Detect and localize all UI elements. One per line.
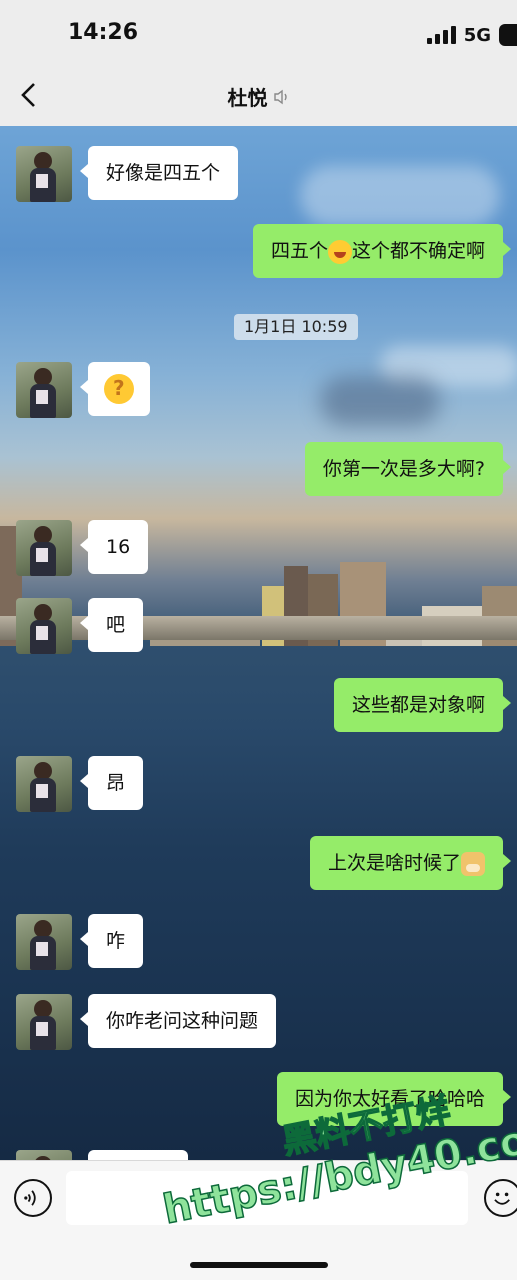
status-icons: 5G bbox=[426, 22, 517, 48]
chat-title-area: 杜悦 bbox=[0, 82, 517, 111]
voice-input-icon[interactable] bbox=[14, 1179, 52, 1217]
contact-avatar[interactable] bbox=[16, 994, 72, 1050]
message-input[interactable] bbox=[66, 1171, 468, 1225]
battery-icon bbox=[499, 24, 517, 46]
home-indicator[interactable] bbox=[190, 1262, 328, 1268]
message-bubble-sent[interactable]: 你第一次是多大啊? bbox=[304, 442, 512, 496]
message-bubble-received[interactable]: 昂 bbox=[79, 756, 144, 810]
message-bubble-received[interactable] bbox=[88, 1150, 188, 1160]
background-cloud bbox=[300, 166, 500, 226]
background-cloud bbox=[320, 376, 440, 426]
message-bubble-received[interactable]: 吧 bbox=[79, 598, 144, 652]
question-emoji bbox=[104, 374, 134, 404]
message-bubble-received[interactable]: 你咋老问这种问题 bbox=[79, 994, 277, 1048]
contact-avatar[interactable] bbox=[16, 362, 72, 418]
message-bubble-sent[interactable]: 四五个 这个都不确定啊 bbox=[252, 224, 512, 278]
message-bubble-received[interactable]: 好像是四五个 bbox=[79, 146, 239, 200]
emoji-icon[interactable] bbox=[484, 1179, 517, 1217]
contact-avatar[interactable] bbox=[16, 756, 72, 812]
chat-title: 杜悦 bbox=[227, 86, 268, 110]
contact-avatar[interactable] bbox=[16, 598, 72, 654]
sound-muted-icon bbox=[273, 89, 287, 104]
background-pier bbox=[0, 616, 517, 640]
laugh-cry-emoji bbox=[327, 239, 352, 264]
contact-avatar[interactable] bbox=[16, 914, 72, 970]
top-bar: 14:26 5G 杜悦 bbox=[0, 0, 517, 126]
contact-avatar[interactable] bbox=[16, 146, 72, 202]
status-time: 14:26 bbox=[68, 20, 139, 45]
message-bubble-received[interactable] bbox=[80, 362, 150, 416]
contact-avatar[interactable] bbox=[16, 520, 72, 576]
signal-icon bbox=[426, 26, 456, 44]
message-bubble-received[interactable]: 16 bbox=[79, 520, 149, 574]
time-divider: 1月1日 10:59 bbox=[234, 314, 358, 340]
contact-avatar[interactable] bbox=[16, 1150, 72, 1160]
message-bubble-sent[interactable]: 这些都是对象啊 bbox=[333, 678, 512, 732]
chat-area[interactable]: 1月1日 10:59 好像是四五个 四五个这个都不确定啊 你第一次是多大啊? 1… bbox=[0, 126, 517, 1160]
network-type: 5G bbox=[463, 24, 491, 46]
doge-emoji bbox=[461, 851, 485, 876]
message-bubble-sent[interactable]: 上次是啥时候了 bbox=[309, 836, 512, 890]
message-bubble-sent[interactable]: 因为你太好看了哈哈哈 bbox=[276, 1072, 512, 1126]
message-bubble-received[interactable]: 咋 bbox=[79, 914, 144, 968]
